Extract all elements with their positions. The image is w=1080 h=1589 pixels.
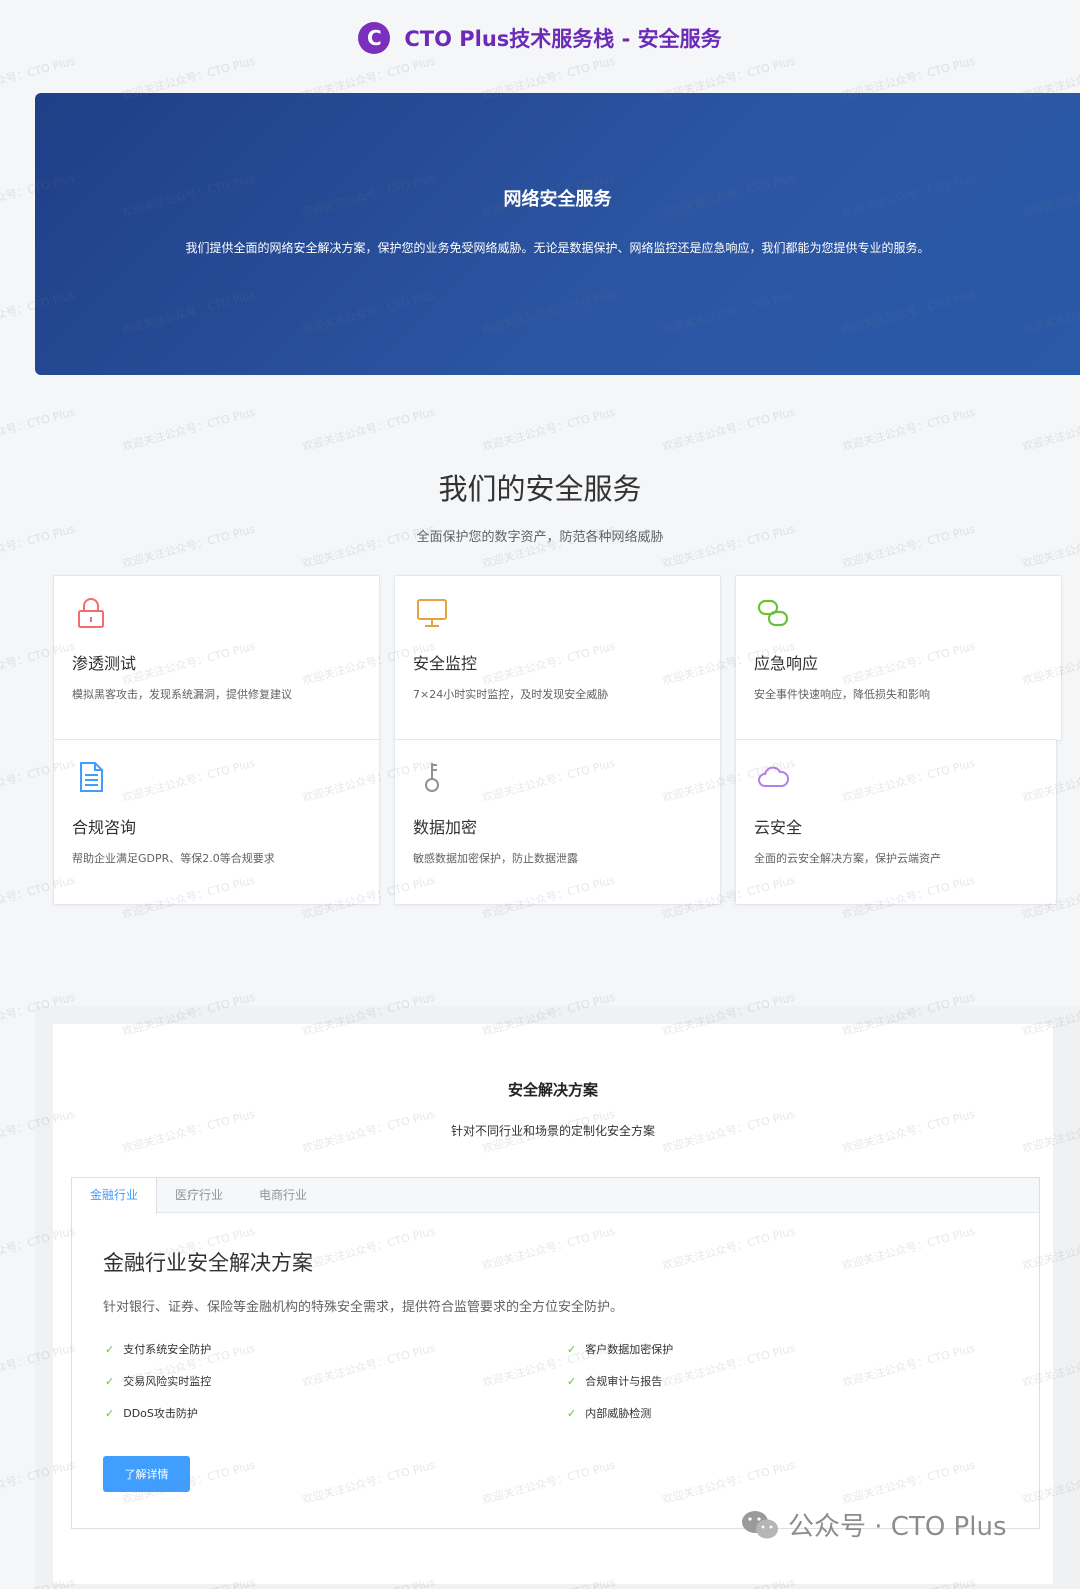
feature-item: ✓ 交易风险实时监控 [105,1373,211,1389]
hero-banner: 网络安全服务 我们提供全面的网络安全解决方案，保护您的业务免受网络威胁。无论是数… [35,93,1080,375]
solutions-panel: 安全解决方案 针对不同行业和场景的定制化安全方案 金融行业 医疗行业 电商行业 … [53,1024,1053,1584]
feature-item: ✓ DDoS攻击防护 [105,1405,198,1421]
solutions-title: 安全解决方案 [507,1081,598,1099]
feature-label: 支付系统安全防护 [123,1343,212,1356]
watermark-text: 欢迎关注公众号：CTO Plus [480,405,617,454]
service-card-title: 应急响应 [754,654,819,673]
watermark-text: 欢迎关注公众号：CTO Plus [1020,405,1080,454]
feature-label: 内部威胁检测 [585,1407,652,1420]
service-card-cloud-security[interactable]: 云安全 全面的云安全解决方案，保护云端资产 [735,739,1057,905]
feature-label: 合规审计与报告 [585,1375,663,1388]
check-icon: ✓ [567,1374,577,1388]
watermark-text: 欢迎关注公众号：CTO Plus [840,405,977,454]
service-card-incident-response[interactable]: 应急响应 安全事件快速响应，降低损失和影响 [735,575,1062,741]
service-card-desc: 敏感数据加密保护，防止数据泄露 [413,852,578,865]
cloud-icon [758,766,790,787]
check-icon: ✓ [105,1374,115,1388]
service-card-encryption[interactable]: 数据加密 敏感数据加密保护，防止数据泄露 [394,739,721,905]
services-heading: 我们的安全服务 [438,472,642,506]
wechat-icon [742,1510,778,1538]
watermark-text: 欢迎关注公众号：CTO Plus [300,405,437,454]
service-card-desc: 安全事件快速响应，降低损失和影响 [754,688,930,701]
document-icon [80,762,103,792]
service-card-monitoring[interactable]: 安全监控 7×24小时实时监控，及时发现安全威胁 [394,575,721,741]
watermark-text: 欢迎关注公众号：CTO Plus [0,405,77,454]
brand-header: C CTO Plus技术服务栈 - 安全服务 [0,0,1080,76]
lock-icon [78,598,104,628]
services-subheading: 全面保护您的数字资产，防范各种网络威胁 [416,530,664,545]
feature-item: ✓ 支付系统安全防护 [105,1341,211,1357]
feature-label: 交易风险实时监控 [123,1375,212,1388]
service-card-desc: 帮助企业满足GDPR、等保2.0等合规要求 [72,852,275,865]
check-icon: ✓ [105,1406,115,1420]
tab-finance[interactable]: 金融行业 [72,1178,158,1214]
service-card-desc: 全面的云安全解决方案，保护云端资产 [754,852,941,865]
feature-label: DDoS攻击防护 [123,1407,198,1420]
service-card-title: 云安全 [754,818,803,837]
solutions-subtitle: 针对不同行业和场景的定制化安全方案 [450,1124,655,1138]
brand-logo-icon[interactable]: C [358,22,391,54]
check-icon: ✓ [567,1406,577,1420]
solution-description: 针对银行、证券、保险等金融机构的特殊安全需求，提供符合监管要求的全方位安全防护。 [103,1300,624,1315]
learn-more-button[interactable]: 了解详情 [103,1456,190,1492]
industry-tabs: 金融行业 医疗行业 电商行业 金融行业安全解决方案 针对银行、证券、保险等金融机… [71,1177,1040,1529]
hero-title: 网络安全服务 [503,189,612,210]
monitor-icon [417,599,447,627]
solution-title: 金融行业安全解决方案 [103,1251,313,1275]
service-card-desc: 7×24小时实时监控，及时发现安全威胁 [413,688,609,701]
service-card-desc: 模拟黑客攻击，发现系统漏洞，提供修复建议 [72,688,292,701]
feature-item: ✓ 客户数据加密保护 [567,1341,673,1357]
service-card-compliance[interactable]: 合规咨询 帮助企业满足GDPR、等保2.0等合规要求 [53,739,380,905]
footer-watermark-text: 公众号 · CTO Plus [788,1512,1007,1542]
service-card-title: 合规咨询 [72,818,137,837]
watermark-text: 欢迎关注公众号：CTO Plus [660,405,797,454]
tab-ecommerce[interactable]: 电商行业 [241,1178,325,1212]
check-icon: ✓ [567,1342,577,1356]
link-icon [757,599,789,627]
service-card-title: 数据加密 [413,818,478,837]
feature-label: 客户数据加密保护 [585,1343,674,1356]
feature-item: ✓ 内部威胁检测 [567,1405,651,1421]
services-grid: 渗透测试 模拟黑客攻击，发现系统漏洞，提供修复建议 安全监控 7×24小时实时监… [53,575,1080,916]
service-card-title: 安全监控 [413,654,478,673]
feature-item: ✓ 合规审计与报告 [567,1373,662,1389]
service-card-title: 渗透测试 [72,654,137,673]
key-icon [425,763,439,792]
brand-title: CTO Plus技术服务栈 - 安全服务 [404,27,722,51]
tab-healthcare[interactable]: 医疗行业 [157,1178,241,1212]
tab-bar: 金融行业 医疗行业 电商行业 [72,1178,1039,1214]
watermark-text: 欢迎关注公众号：CTO Plus [120,405,257,454]
footer-watermark: 公众号 · CTO Plus [740,1506,1007,1543]
check-icon: ✓ [105,1342,115,1356]
service-card-pentest[interactable]: 渗透测试 模拟黑客攻击，发现系统漏洞，提供修复建议 [53,575,380,741]
hero-description: 我们提供全面的网络安全解决方案，保护您的业务免受网络威胁。无论是数据保护、网络监… [185,241,930,255]
